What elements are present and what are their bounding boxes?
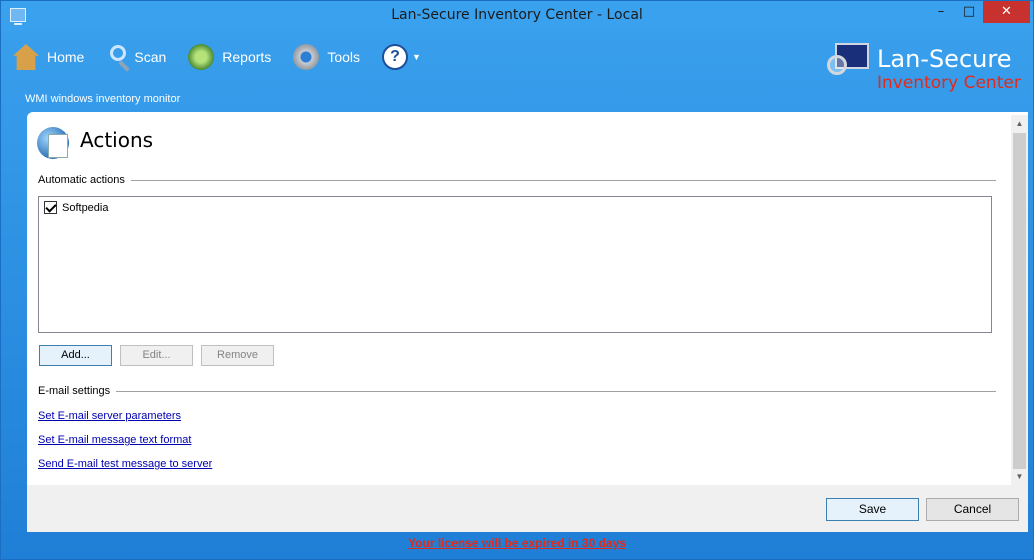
tools-button[interactable]: Tools — [293, 44, 360, 70]
scan-button[interactable]: Scan — [106, 45, 167, 65]
window-title: Lan-Secure Inventory Center - Local — [391, 7, 643, 23]
reports-button[interactable]: Reports — [188, 44, 271, 70]
minimize-button[interactable]: – — [927, 1, 955, 23]
brand-name: Lan-Secure — [877, 45, 1012, 73]
edit-button[interactable]: Edit... — [120, 345, 193, 366]
email-test-link[interactable]: Send E-mail test message to server — [38, 458, 212, 470]
home-icon — [13, 44, 39, 70]
home-button[interactable]: Home — [13, 44, 84, 70]
email-format-link[interactable]: Set E-mail message text format — [38, 434, 191, 446]
email-server-link[interactable]: Set E-mail server parameters — [38, 410, 181, 422]
close-button[interactable]: ✕ — [983, 1, 1030, 23]
scan-label: Scan — [134, 49, 167, 65]
scrollbar-thumb[interactable] — [1013, 133, 1026, 469]
group-divider — [38, 391, 996, 392]
reports-icon — [188, 44, 215, 70]
actions-checklist-icon — [37, 127, 69, 159]
chevron-down-icon: ▼ — [412, 52, 421, 62]
help-icon: ? — [382, 44, 408, 70]
scroll-up-icon[interactable]: ▲ — [1011, 115, 1028, 132]
tools-label: Tools — [327, 49, 360, 65]
automatic-actions-label: Automatic actions — [38, 174, 131, 186]
main-toolbar: Home Scan Reports Tools ? ▼ — [13, 37, 443, 77]
add-button[interactable]: Add... — [39, 345, 112, 366]
help-menu-button[interactable]: ? ▼ — [382, 44, 421, 70]
magnifier-icon — [110, 45, 127, 61]
license-warning-link[interactable]: Your license will be expired in 30 days — [1, 536, 1033, 550]
app-subtitle: WMI windows inventory monitor — [25, 93, 181, 105]
list-item[interactable]: Softpedia — [44, 201, 108, 214]
remove-button[interactable]: Remove — [201, 345, 274, 366]
app-window: Lan-Secure Inventory Center - Local – □ … — [0, 0, 1034, 560]
brand-subtitle: Inventory Center — [877, 73, 1021, 93]
reports-label: Reports — [222, 49, 272, 65]
cancel-button[interactable]: Cancel — [926, 498, 1019, 521]
list-item-label: Softpedia — [62, 201, 109, 214]
brand-logo-icon — [827, 41, 871, 81]
email-settings-label: E-mail settings — [38, 385, 117, 397]
home-label: Home — [47, 49, 85, 65]
maximize-button[interactable]: □ — [955, 1, 983, 23]
save-button[interactable]: Save — [826, 498, 919, 521]
actions-listbox[interactable]: Softpedia — [38, 196, 992, 333]
action-checkbox[interactable] — [44, 201, 57, 214]
scroll-down-icon[interactable]: ▼ — [1011, 468, 1028, 485]
page-title: Actions — [80, 128, 154, 152]
gear-icon — [293, 44, 320, 70]
title-bar[interactable]: Lan-Secure Inventory Center - Local – □ … — [1, 1, 1033, 31]
group-divider — [38, 180, 996, 181]
vertical-scrollbar[interactable]: ▲ ▼ — [1011, 115, 1028, 485]
